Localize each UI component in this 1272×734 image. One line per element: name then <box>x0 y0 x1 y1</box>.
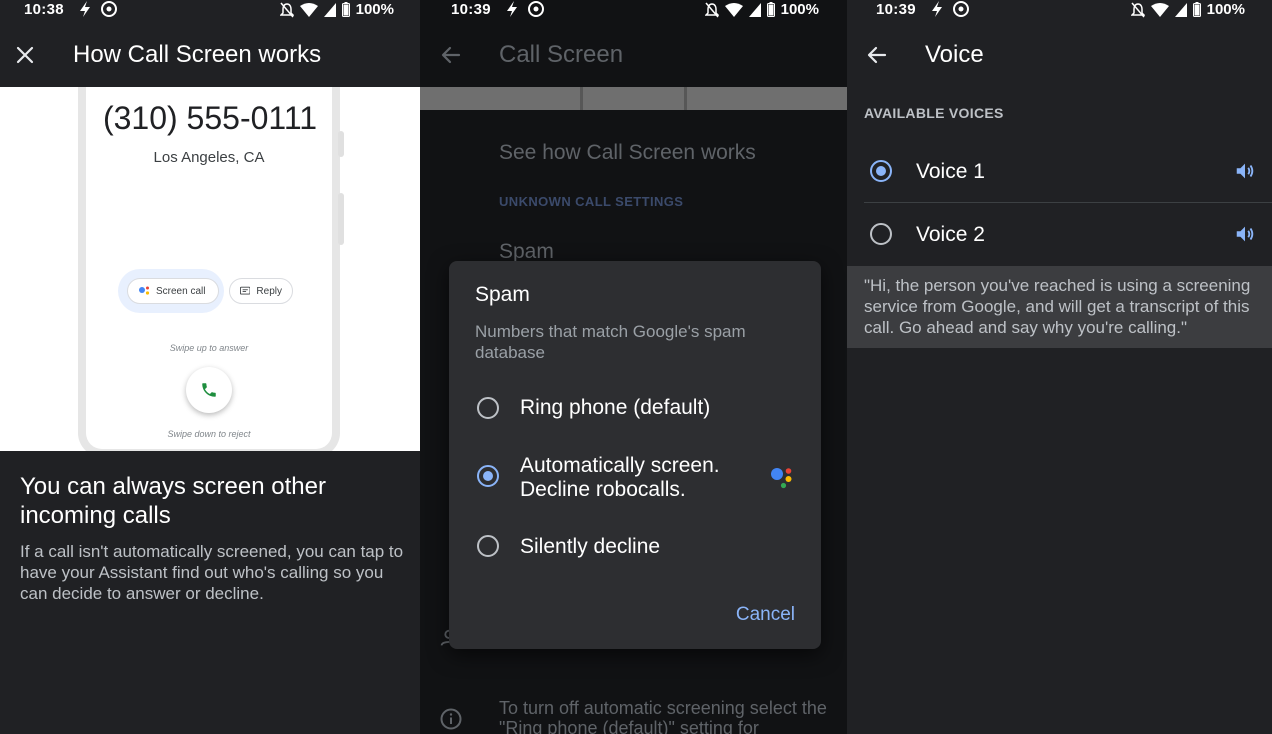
status-time: 10:39 <box>876 1 916 18</box>
google-assistant-icon <box>771 468 792 489</box>
radio-voice-1[interactable] <box>870 160 892 182</box>
at-sign-icon <box>528 1 544 17</box>
call-screen-settings-screen: 10:39 100% Call Screen See how Call Scre… <box>420 0 847 734</box>
voice-2-label[interactable]: Voice 2 <box>916 223 985 247</box>
mute-bell-icon <box>279 2 294 17</box>
option-automatically-screen[interactable]: Automatically screen. Decline robocalls. <box>520 454 750 502</box>
wifi-icon <box>1150 2 1169 17</box>
battery-percent: 100% <box>1206 1 1245 18</box>
radio-ring-phone[interactable] <box>477 397 499 419</box>
page-title: How Call Screen works <box>73 41 322 68</box>
dialog-title: Spam <box>475 283 530 306</box>
page-title: Voice <box>925 41 984 68</box>
radio-automatically-screen[interactable] <box>477 465 499 487</box>
swipe-down-hint: Swipe down to reject <box>167 429 251 439</box>
wifi-icon <box>724 2 743 17</box>
swipe-up-hint: Swipe up to answer <box>169 343 249 353</box>
section-body: If a call isn't automatically screened, … <box>20 542 404 603</box>
flash-icon <box>80 1 90 17</box>
see-how-link[interactable]: See how Call Screen works <box>499 141 756 165</box>
mute-bell-icon <box>704 2 719 17</box>
battery-icon <box>1192 2 1201 17</box>
voice-1-label[interactable]: Voice 1 <box>916 160 985 184</box>
caller-number: (310) 555-0111 <box>102 100 318 136</box>
screen-call-chip: Screen call <box>127 278 219 304</box>
status-time: 10:39 <box>451 1 491 18</box>
divider <box>864 202 1272 203</box>
mute-bell-icon <box>1130 2 1145 17</box>
answer-button <box>186 367 232 413</box>
option-ring-phone[interactable]: Ring phone (default) <box>520 396 710 420</box>
phone-icon <box>202 383 216 397</box>
reply-chip: Reply <box>229 278 293 304</box>
footer-note: To turn off automatic screening select t… <box>499 698 827 734</box>
section-header: UNKNOWN CALL SETTINGS <box>499 194 684 209</box>
at-sign-icon <box>101 1 117 17</box>
speaker-icon[interactable] <box>1234 223 1256 245</box>
signal-icon <box>323 2 336 17</box>
spam-dialog: Spam Numbers that match Google's spam da… <box>449 261 821 649</box>
voice-settings-screen: 10:39 100% Voice AVAILABLE VOICES Voice … <box>847 0 1272 734</box>
assistant-dots-icon <box>139 286 150 295</box>
battery-percent: 100% <box>355 1 394 18</box>
at-sign-icon <box>953 1 969 17</box>
wifi-icon <box>299 2 318 17</box>
option-silently-decline[interactable]: Silently decline <box>520 535 660 559</box>
page-title: Call Screen <box>499 41 624 68</box>
speaker-icon[interactable] <box>1234 160 1256 182</box>
flash-icon <box>932 1 942 17</box>
call-screen-illustration: (310) 555-0111 Los Angeles, CA Screen ca… <box>0 87 420 451</box>
how-call-screen-works-screen: 10:38 100% How Call Screen works (310) 5… <box>0 0 420 734</box>
illustration-strip <box>420 87 847 110</box>
status-bar: 10:39 100% <box>847 0 1272 20</box>
signal-icon <box>1174 2 1187 17</box>
close-icon[interactable] <box>13 43 37 67</box>
caller-location: Los Angeles, CA <box>153 149 265 166</box>
status-time: 10:38 <box>24 1 64 18</box>
back-arrow-icon[interactable] <box>865 43 889 67</box>
section-heading: You can always screen other incoming cal… <box>20 473 326 529</box>
battery-icon <box>341 2 350 17</box>
message-icon <box>240 286 251 295</box>
status-bar: 10:38 100% <box>0 0 420 20</box>
status-bar: 10:39 100% <box>420 0 847 20</box>
section-header: AVAILABLE VOICES <box>864 105 1004 121</box>
battery-percent: 100% <box>780 1 819 18</box>
signal-icon <box>748 2 761 17</box>
greeting-preview: "Hi, the person you've reached is using … <box>847 266 1272 348</box>
flash-icon <box>507 1 517 17</box>
cancel-button[interactable]: Cancel <box>736 604 795 626</box>
back-arrow-icon[interactable] <box>439 43 463 67</box>
radio-silently-decline[interactable] <box>477 535 499 557</box>
battery-icon <box>766 2 775 17</box>
dialog-description: Numbers that match Google's spam databas… <box>475 322 746 362</box>
info-icon <box>440 708 462 730</box>
radio-voice-2[interactable] <box>870 223 892 245</box>
